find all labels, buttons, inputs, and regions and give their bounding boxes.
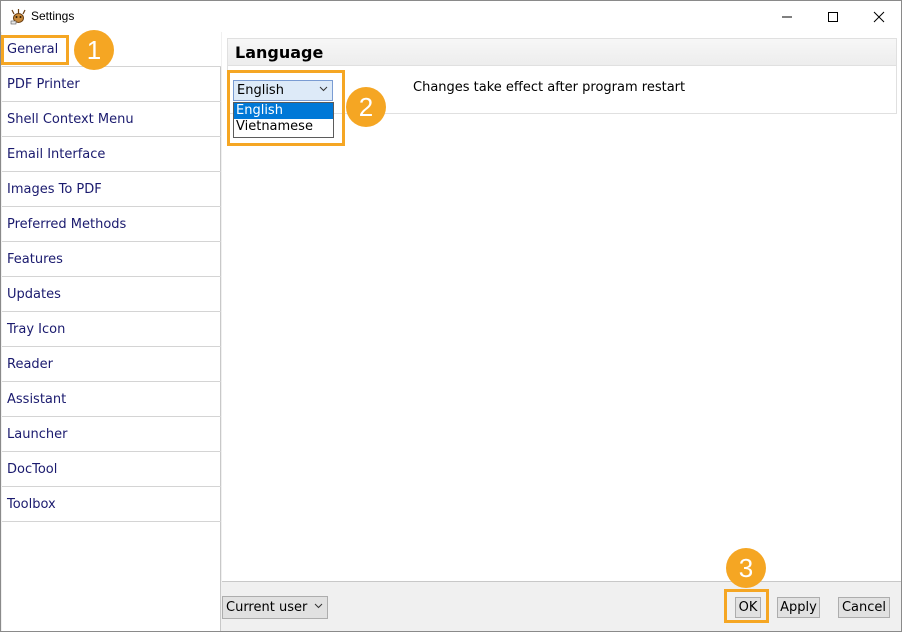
language-option-english[interactable]: English [234,103,333,119]
close-icon [873,11,885,22]
minimize-icon [782,16,792,17]
step-badge-3: 3 [726,548,766,588]
ok-button[interactable]: OK [735,597,761,618]
sidebar-item-label: General [7,41,59,57]
maximize-icon [828,11,838,22]
step-number: 3 [738,552,754,583]
language-heading: Language [235,43,324,62]
sidebar-item-launcher[interactable]: Launcher [2,417,221,452]
sidebar-item-label: Toolbox [7,496,56,512]
sidebar-item-assistant[interactable]: Assistant [2,382,221,417]
step-badge-2: 2 [346,87,386,127]
minimize-button[interactable] [764,1,810,32]
scope-select[interactable]: Current user [222,596,328,619]
language-select-value: English [237,83,284,98]
sidebar-item-tray-icon[interactable]: Tray Icon [2,312,221,347]
sidebar-item-label: Shell Context Menu [7,111,134,127]
sidebar-item-reader[interactable]: Reader [2,347,221,382]
chevron-down-icon [314,603,323,609]
app-logo-icon [10,9,26,25]
sidebar-item-label: Email Interface [7,146,106,162]
settings-window: Settings General PDF Printer Shell Conte… [0,0,902,632]
settings-sidebar: General PDF Printer Shell Context Menu E… [2,32,221,631]
close-button[interactable] [856,1,902,32]
language-option-vietnamese[interactable]: Vietnamese [234,119,333,135]
apply-button-label: Apply [780,600,817,615]
ok-button-label: OK [738,600,758,615]
sidebar-item-pdf-printer[interactable]: PDF Printer [2,67,221,102]
restart-note: Changes take effect after program restar… [413,80,686,95]
sidebar-item-updates[interactable]: Updates [2,277,221,312]
sidebar-item-label: Tray Icon [7,321,66,337]
sidebar-item-preferred-methods[interactable]: Preferred Methods [2,207,221,242]
sidebar-item-toolbox[interactable]: Toolbox [2,487,221,522]
language-dropdown-list: English Vietnamese [233,102,334,138]
dialog-footer: Current user OK Apply Cancel [222,582,901,631]
cancel-button-label: Cancel [841,600,887,615]
scope-select-value: Current user [226,600,308,615]
sidebar-item-label: Features [7,251,63,267]
step-badge-1: 1 [74,30,114,70]
language-select[interactable]: English [233,80,333,101]
sidebar-item-shell-context-menu[interactable]: Shell Context Menu [2,102,221,137]
sidebar-item-label: PDF Printer [7,76,80,92]
chevron-down-icon [319,86,328,92]
sidebar-item-email-interface[interactable]: Email Interface [2,137,221,172]
sidebar-item-label: Assistant [7,391,67,407]
sidebar-item-label: Preferred Methods [7,216,127,232]
cancel-button[interactable]: Cancel [838,597,890,618]
sidebar-item-features[interactable]: Features [2,242,221,277]
sidebar-item-label: Reader [7,356,54,372]
maximize-button[interactable] [810,1,856,32]
title-bar: Settings [1,1,901,32]
sidebar-item-label: Updates [7,286,61,302]
step-number: 1 [86,34,102,65]
apply-button[interactable]: Apply [777,597,820,618]
sidebar-item-label: Launcher [7,426,68,442]
window-title: Settings [31,9,75,23]
sidebar-item-doctool[interactable]: DocTool [2,452,221,487]
sidebar-item-label: DocTool [7,461,58,477]
sidebar-item-images-to-pdf[interactable]: Images To PDF [2,172,221,207]
sidebar-item-label: Images To PDF [7,181,102,197]
step-number: 2 [358,91,374,122]
settings-content: Language English English Vietnamese Chan… [222,32,901,582]
language-group-header: Language [228,39,896,66]
